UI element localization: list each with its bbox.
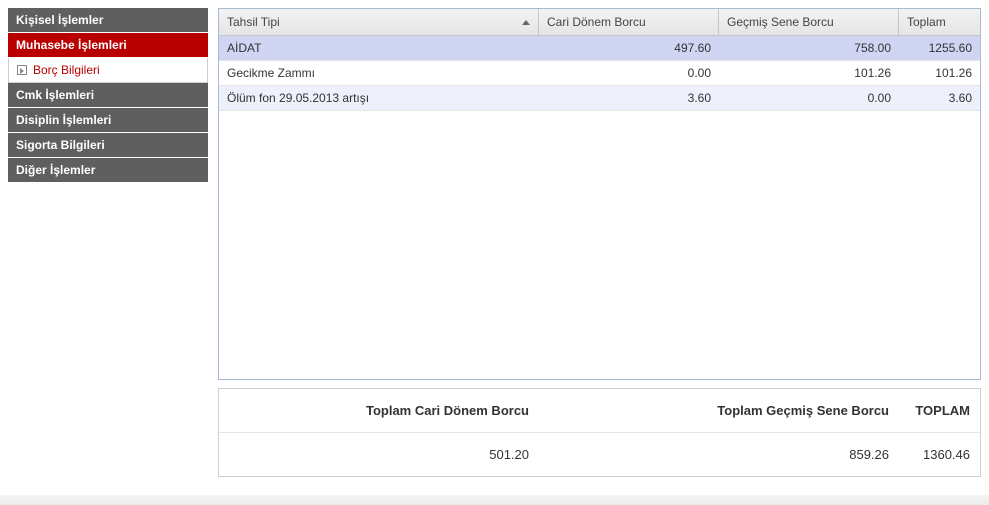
arrow-right-icon <box>17 65 27 75</box>
table-row[interactable]: AİDAT 497.60 758.00 1255.60 <box>219 36 980 61</box>
cell-cari: 0.00 <box>539 61 719 85</box>
footer-strip <box>0 495 989 505</box>
grid-header-tahsil-tipi[interactable]: Tahsil Tipi <box>219 9 539 35</box>
sidebar-subitem-label: Borç Bilgileri <box>33 63 100 77</box>
cell-toplam: 101.26 <box>899 61 980 85</box>
cell-type: Gecikme Zammı <box>219 61 539 85</box>
grid-header-row: Tahsil Tipi Cari Dönem Borcu Geçmiş Sene… <box>219 9 980 36</box>
grid-body: AİDAT 497.60 758.00 1255.60 Gecikme Zamm… <box>219 36 980 379</box>
cell-type: AİDAT <box>219 36 539 60</box>
summary-values-row: 501.20 859.26 1360.46 <box>219 433 980 476</box>
sidebar: Kişisel İşlemler Muhasebe İşlemleri Borç… <box>8 8 208 183</box>
cell-type: Ölüm fon 29.05.2013 artışı <box>219 86 539 110</box>
sort-asc-icon <box>522 20 530 25</box>
sidebar-item-disiplin[interactable]: Disiplin İşlemleri <box>8 108 208 133</box>
grid-header-gecmis[interactable]: Geçmiş Sene Borcu <box>719 9 899 35</box>
cell-toplam: 3.60 <box>899 86 980 110</box>
grid-header-label: Tahsil Tipi <box>227 15 280 29</box>
summary-labels-row: Toplam Cari Dönem Borcu Toplam Geçmiş Se… <box>219 389 980 433</box>
cell-cari: 497.60 <box>539 36 719 60</box>
summary-panel: Toplam Cari Dönem Borcu Toplam Geçmiş Se… <box>218 388 981 477</box>
cell-gecmis: 101.26 <box>719 61 899 85</box>
summary-label-gecmis: Toplam Geçmiş Sene Borcu <box>539 389 899 432</box>
cell-gecmis: 0.00 <box>719 86 899 110</box>
grid-header-label: Geçmiş Sene Borcu <box>727 15 834 29</box>
sidebar-subitem-borc[interactable]: Borç Bilgileri <box>8 58 208 83</box>
table-row[interactable]: Gecikme Zammı 0.00 101.26 101.26 <box>219 61 980 86</box>
summary-label-cari: Toplam Cari Dönem Borcu <box>219 389 539 432</box>
sidebar-item-sigorta[interactable]: Sigorta Bilgileri <box>8 133 208 158</box>
summary-value-toplam: 1360.46 <box>899 433 980 476</box>
summary-value-gecmis: 859.26 <box>539 433 899 476</box>
sidebar-item-muhasebe[interactable]: Muhasebe İşlemleri <box>8 33 208 58</box>
sidebar-item-cmk[interactable]: Cmk İşlemleri <box>8 83 208 108</box>
cell-gecmis: 758.00 <box>719 36 899 60</box>
table-row[interactable]: Ölüm fon 29.05.2013 artışı 3.60 0.00 3.6… <box>219 86 980 111</box>
summary-value-cari: 501.20 <box>219 433 539 476</box>
grid-header-label: Toplam <box>907 15 946 29</box>
cell-toplam: 1255.60 <box>899 36 980 60</box>
sidebar-item-kisisel[interactable]: Kişisel İşlemler <box>8 8 208 33</box>
grid-header-toplam[interactable]: Toplam <box>899 9 980 35</box>
sidebar-item-diger[interactable]: Diğer İşlemler <box>8 158 208 183</box>
main-content: Tahsil Tipi Cari Dönem Borcu Geçmiş Sene… <box>218 8 981 477</box>
grid-header-label: Cari Dönem Borcu <box>547 15 646 29</box>
grid-header-cari[interactable]: Cari Dönem Borcu <box>539 9 719 35</box>
cell-cari: 3.60 <box>539 86 719 110</box>
debt-grid: Tahsil Tipi Cari Dönem Borcu Geçmiş Sene… <box>218 8 981 380</box>
summary-label-toplam: TOPLAM <box>899 389 980 432</box>
